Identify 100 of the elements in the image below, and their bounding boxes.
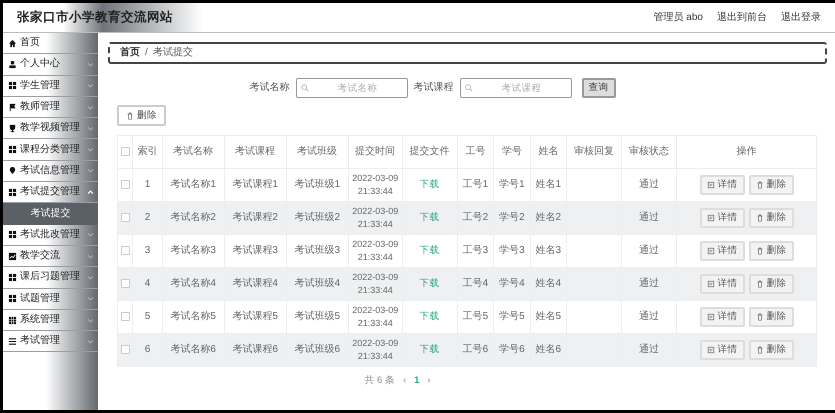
- column-header: 考试名称: [173, 146, 214, 157]
- sidebar-subitem[interactable]: 考试提交: [3, 203, 98, 225]
- table-cell: 姓名4: [536, 278, 562, 289]
- table-cell: 姓名2: [536, 212, 562, 223]
- delete-button[interactable]: 删除: [117, 105, 166, 126]
- search-button[interactable]: 查询: [582, 78, 616, 98]
- delete-button[interactable]: 删除: [748, 241, 794, 261]
- checkbox[interactable]: [120, 312, 130, 321]
- document-icon: [706, 247, 714, 255]
- table-cell: 工号6: [462, 344, 488, 355]
- table-cell: 学号2: [499, 212, 525, 223]
- table-cell: 考试课程1: [232, 179, 278, 190]
- table-cell: 通过: [638, 344, 659, 355]
- delete-button[interactable]: 删除: [748, 274, 794, 294]
- column-header: 姓名: [538, 146, 558, 157]
- table-cell-text: 2022-03-09 21:33:44: [351, 271, 400, 296]
- header-link[interactable]: 退出登录: [781, 12, 821, 24]
- sidebar-item[interactable]: 教学视频管理: [3, 118, 98, 140]
- table-cell: 工号3: [462, 245, 488, 256]
- pin-icon: [8, 166, 17, 176]
- details-button[interactable]: 详情: [700, 208, 744, 228]
- column-header: 审核状态: [628, 146, 669, 157]
- table-cell-text: 2022-03-09 21:33:44: [351, 172, 400, 197]
- breadcrumb-item[interactable]: 首页: [120, 47, 140, 59]
- table-cell: 通过: [638, 179, 659, 190]
- delete-button[interactable]: 删除: [748, 208, 794, 228]
- pagination-total: 共 6 条: [364, 375, 395, 386]
- column-header: 提交文件: [410, 146, 450, 157]
- sidebar-item[interactable]: 系统管理: [3, 310, 98, 332]
- sidebar-item[interactable]: 首页: [3, 33, 98, 54]
- table-cell: 通过: [638, 245, 659, 256]
- sidebar-item[interactable]: 个人中心: [3, 54, 98, 76]
- trash-icon: [756, 346, 764, 354]
- table-cell: 考试名称6: [170, 344, 216, 355]
- document-icon: [706, 313, 714, 321]
- table-cell-text: 2022-03-09 21:33:44: [351, 205, 400, 230]
- document-icon: [706, 280, 714, 288]
- table-cell: 学号6: [499, 344, 525, 355]
- sidebar-item[interactable]: 课程分类管理: [3, 139, 98, 161]
- user-name: 管理员 abo: [654, 12, 703, 24]
- sidebar-item[interactable]: 考试批改管理: [3, 224, 98, 246]
- next-page-button[interactable]: ›: [427, 375, 431, 386]
- column-header: 工号: [465, 146, 486, 157]
- table-cell: 姓名5: [536, 311, 562, 322]
- search-field[interactable]: 考试课程: [460, 78, 572, 98]
- delete-button[interactable]: 删除: [748, 340, 794, 360]
- table-cell: 姓名1: [536, 179, 562, 190]
- checkbox[interactable]: [120, 344, 130, 354]
- column-header: 考试课程: [235, 146, 276, 157]
- trash-icon: [126, 112, 134, 120]
- grid-icon: [8, 294, 17, 304]
- table-cell: 考试班级3: [294, 245, 340, 256]
- delete-button[interactable]: 删除: [748, 307, 794, 327]
- table-cell: 考试课程5: [232, 311, 278, 322]
- table-cell: 考试名称1: [170, 179, 216, 190]
- search-field[interactable]: 考试名称: [296, 78, 408, 98]
- details-button[interactable]: 详情: [700, 175, 744, 195]
- checkbox[interactable]: [120, 212, 130, 222]
- sidebar-item[interactable]: 教学交流: [3, 246, 98, 268]
- details-button[interactable]: 详情: [700, 307, 744, 327]
- grid-icon: [8, 145, 17, 154]
- sidebar-item[interactable]: 考试信息管理: [3, 160, 98, 182]
- table-cell: 工号4: [462, 278, 488, 289]
- chart-icon: [8, 252, 17, 261]
- checkbox[interactable]: [120, 246, 130, 255]
- sidebar-item[interactable]: 课后习题管理: [3, 267, 98, 289]
- grid-icon: [8, 272, 17, 282]
- sidebar-item[interactable]: 考试管理: [3, 331, 98, 352]
- delete-button[interactable]: 删除: [748, 175, 794, 195]
- checkbox[interactable]: [120, 278, 130, 288]
- header-link[interactable]: 退出到前台: [717, 12, 767, 24]
- document-icon: [706, 214, 714, 222]
- table-cell: 姓名3: [536, 245, 562, 256]
- column-header: 提交时间: [355, 146, 396, 157]
- sidebar-item[interactable]: 教师管理: [3, 96, 98, 118]
- table-cell: 学号3: [499, 245, 525, 256]
- table-cell: 工号1: [462, 179, 488, 190]
- table-cell-text: 2022-03-09 21:33:44: [351, 238, 400, 263]
- column-header: 学号: [502, 146, 522, 157]
- sidebar-item[interactable]: 学生管理: [3, 76, 98, 97]
- trash-icon: [756, 181, 764, 189]
- table-cell-text: 2022-03-09 21:33:44: [351, 304, 400, 329]
- details-button[interactable]: 详情: [700, 274, 744, 294]
- details-button[interactable]: 详情: [700, 340, 744, 360]
- table-cell: 考试课程3: [232, 245, 278, 256]
- breadcrumb-item: 考试提交: [152, 47, 193, 59]
- table-cell: 考试名称2: [170, 212, 216, 223]
- table-cell: 考试课程2: [232, 212, 278, 223]
- previous-page-button[interactable]: ‹: [402, 375, 406, 386]
- details-button[interactable]: 详情: [700, 241, 744, 261]
- table-cell: 考试名称4: [170, 278, 216, 289]
- site-title: 张家口市小学教育交流网站: [17, 10, 173, 25]
- table-cell: 考试班级6: [294, 344, 340, 355]
- user-icon: [8, 60, 17, 69]
- table-cell: 考试班级2: [294, 212, 340, 223]
- table-cell: 学号5: [499, 311, 525, 322]
- checkbox[interactable]: [120, 146, 130, 156]
- checkbox[interactable]: [120, 180, 130, 189]
- table-cell: 姓名6: [536, 344, 562, 355]
- sidebar-item[interactable]: 试题管理: [3, 288, 98, 310]
